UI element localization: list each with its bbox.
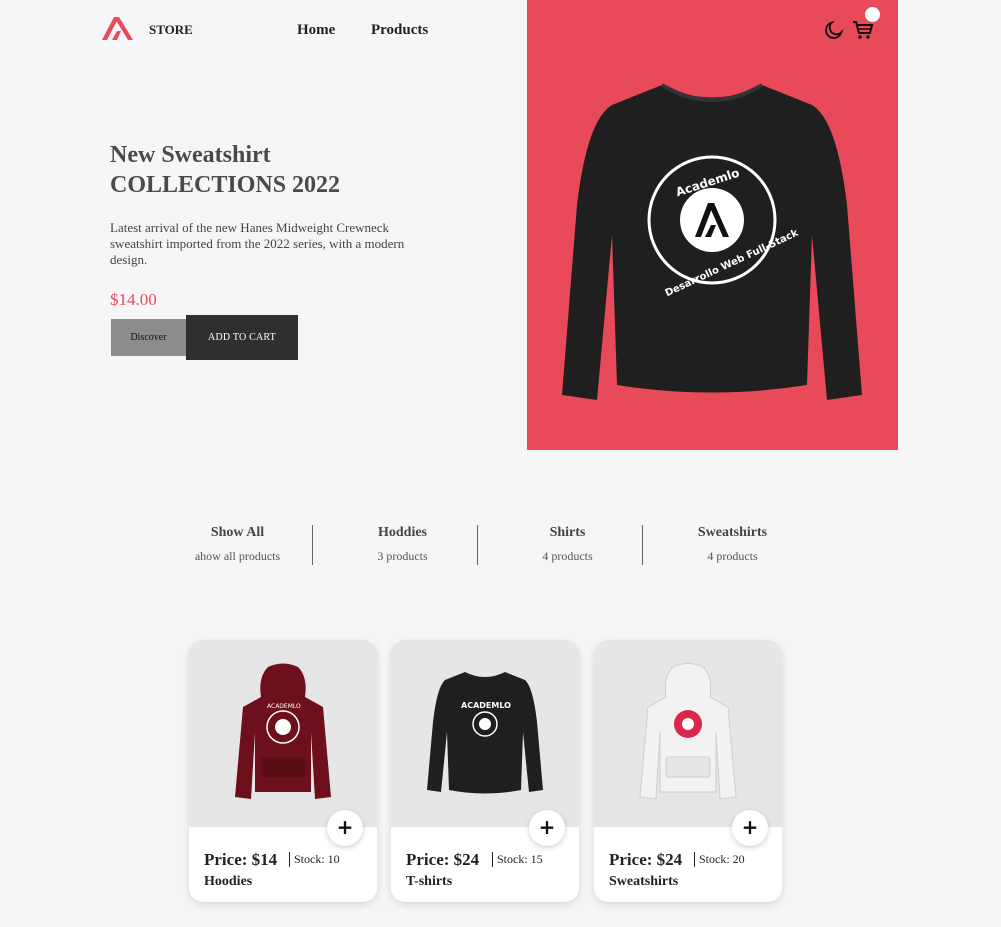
filter-show-all[interactable]: Show All ahow all products xyxy=(155,525,320,565)
product-stock: Stock: 15 xyxy=(492,852,543,867)
cart-badge xyxy=(865,7,880,22)
sweatshirt-image: Academlo Desarrollo Web Full-Stack xyxy=(562,83,862,400)
add-product-button[interactable]: + xyxy=(529,810,565,846)
hero-title-line1: New Sweatshirt xyxy=(110,142,271,168)
product-category: Sweatshirts xyxy=(609,874,679,889)
product-image xyxy=(594,640,782,827)
filter-count: 4 products xyxy=(707,549,758,563)
filter-divider xyxy=(642,525,643,565)
nav-products[interactable]: Products xyxy=(371,22,428,39)
filter-count: 3 products xyxy=(377,549,428,563)
filter-hoddies[interactable]: Hoddies 3 products xyxy=(320,525,485,565)
product-card-sweatshirts[interactable]: + Price: $24 Stock: 20 Sweatshirts xyxy=(594,640,782,902)
hero-title: New Sweatshirt COLLECTIONS 2022 xyxy=(110,140,410,200)
hoodie-image: ACADEMLO xyxy=(235,663,331,799)
product-stock: Stock: 10 xyxy=(289,852,340,867)
product-price: Price: $14 xyxy=(204,850,278,869)
product-price: Price: $24 xyxy=(609,850,683,869)
filter-sweatshirts[interactable]: Sweatshirts 4 products xyxy=(650,525,815,565)
product-image: ACADEMLO xyxy=(391,640,579,827)
hero-description: Latest arrival of the new Hanes Midweigh… xyxy=(110,220,405,267)
nav-home[interactable]: Home xyxy=(297,22,335,39)
filter-title: Shirts xyxy=(549,525,586,540)
filter-divider xyxy=(477,525,478,565)
filter-title: Hoddies xyxy=(377,525,427,540)
logo-icon[interactable] xyxy=(100,15,136,41)
discover-button[interactable]: Discover xyxy=(111,319,186,356)
add-product-button[interactable]: + xyxy=(732,810,768,846)
hero-image-panel: Academlo Desarrollo Web Full-Stack xyxy=(527,0,898,450)
sweatshirt-print: ACADEMLO xyxy=(461,701,511,710)
product-stock: Stock: 20 xyxy=(694,852,745,867)
filter-shirts[interactable]: Shirts 4 products xyxy=(485,525,650,565)
product-card-hoodies[interactable]: ACADEMLO + Price: $14 Stock: 10 Hoodies xyxy=(189,640,377,902)
product-category: Hoodies xyxy=(204,874,253,889)
moon-icon[interactable] xyxy=(823,19,845,41)
hoodie-print: ACADEMLO xyxy=(267,703,301,710)
hero-price: $14.00 xyxy=(110,290,157,309)
add-to-cart-button[interactable]: ADD TO CART xyxy=(186,315,298,360)
filter-count: 4 products xyxy=(542,549,593,563)
product-category: T-shirts xyxy=(406,874,453,889)
filter-count: ahow all products xyxy=(194,549,281,563)
product-image: ACADEMLO xyxy=(189,640,377,827)
product-card-tshirts[interactable]: ACADEMLO + Price: $24 Stock: 15 T-shirts xyxy=(391,640,579,902)
sweatshirt-image: ACADEMLO xyxy=(427,672,543,794)
product-price: Price: $24 xyxy=(406,850,480,869)
add-product-button[interactable]: + xyxy=(327,810,363,846)
hero-title-line2: COLLECTIONS 2022 xyxy=(110,172,341,198)
filter-title: Sweatshirts xyxy=(697,525,768,540)
filter-divider xyxy=(312,525,313,565)
filter-title: Show All xyxy=(210,525,265,540)
white-hoodie-image xyxy=(639,663,737,800)
store-label: STORE xyxy=(149,22,193,37)
